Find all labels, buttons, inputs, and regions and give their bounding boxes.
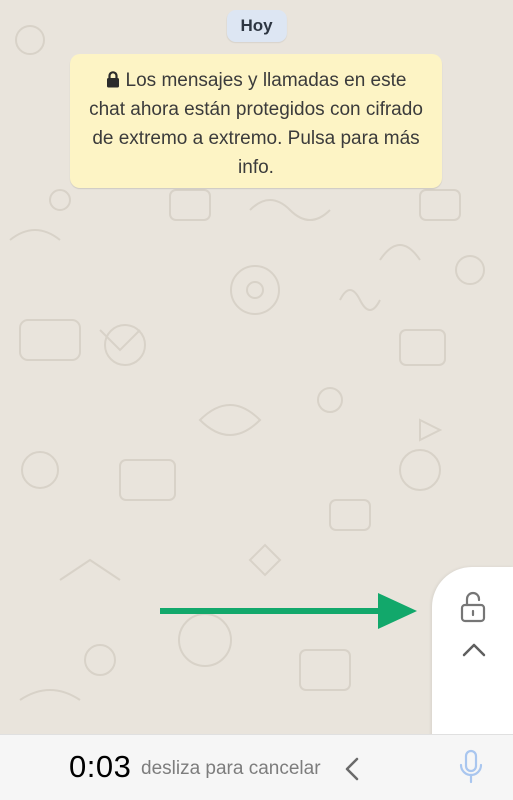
unlocked-padlock-icon [460,591,486,623]
date-chip: Hoy [226,10,287,42]
chevron-left-icon [345,757,359,781]
recording-bar: 0:03 desliza para cancelar [0,734,513,800]
slide-to-cancel-label[interactable]: desliza para cancelar [141,758,331,780]
recording-lock-panel[interactable] [432,567,513,742]
encryption-notice-text: Los mensajes y llamadas en este chat aho… [89,70,423,178]
encryption-notice[interactable]: Los mensajes y llamadas en este chat aho… [70,54,442,188]
chat-screen: Hoy Los mensajes y llamadas en este chat… [0,0,513,800]
chevron-up-icon [462,643,486,657]
lock-icon [106,71,119,88]
arrow-right-icon [160,593,417,629]
recording-timer: 0:03 [69,749,132,784]
microphone-icon[interactable] [458,749,484,785]
